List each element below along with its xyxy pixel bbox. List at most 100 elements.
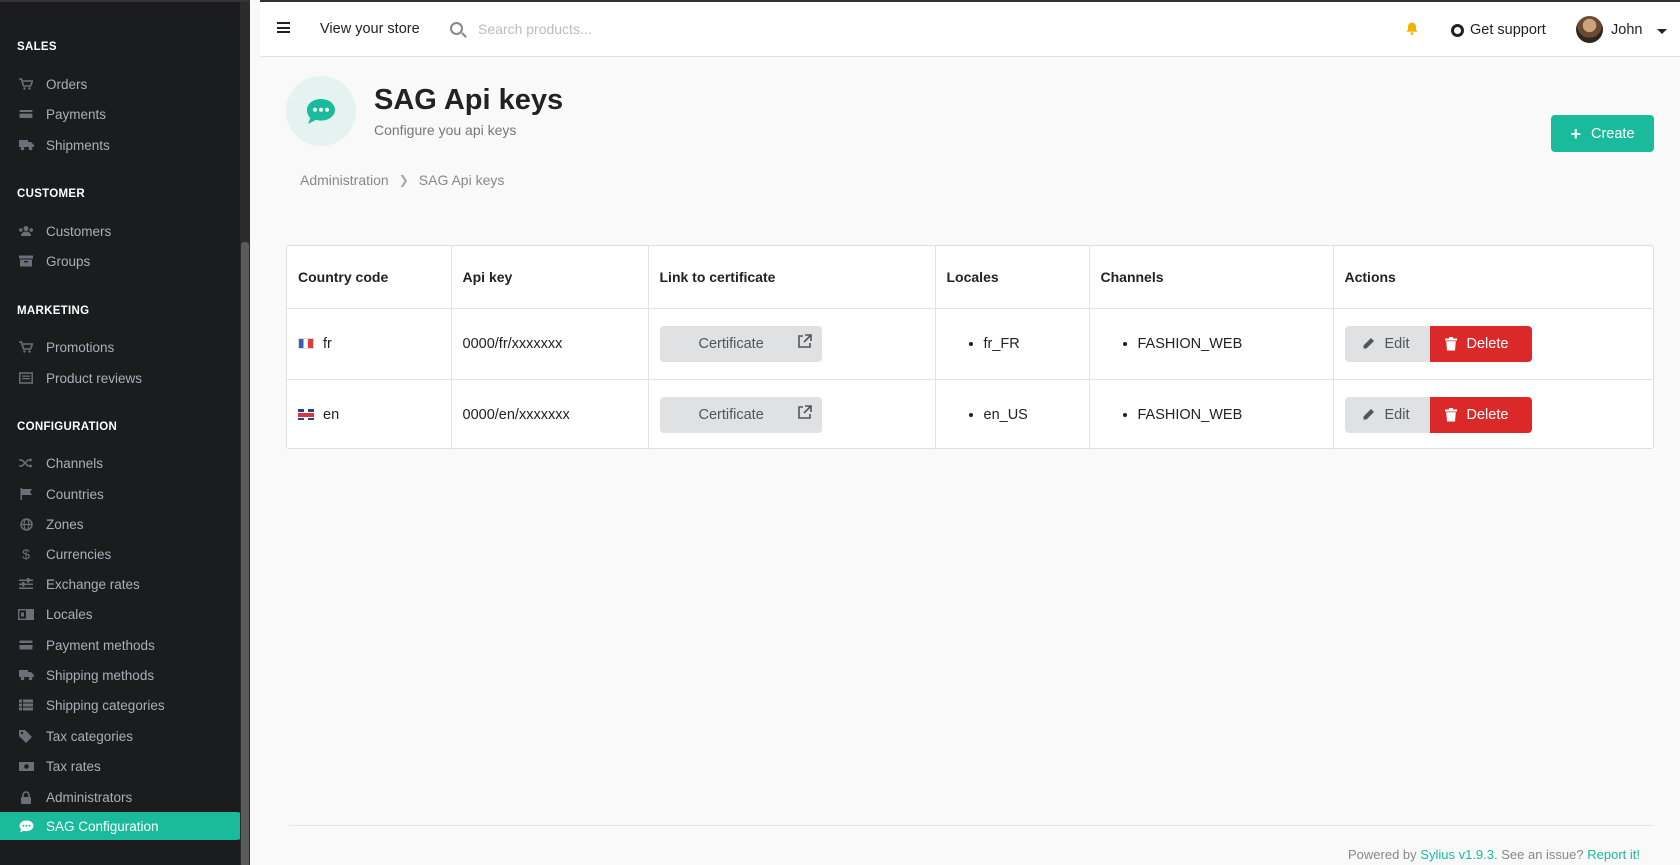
edit-label: Edit [1384,406,1410,423]
external-link-icon [797,334,812,353]
create-button[interactable]: + Create [1551,115,1654,152]
header-comment-icon [286,76,356,146]
sidebar-item-countries[interactable]: Countries [0,480,250,508]
tags-icon [18,729,34,743]
sidebar-item-label: Currencies [46,546,112,562]
sidebar-item-label: Shipments [46,137,110,153]
column-header[interactable]: Country code [287,246,452,309]
dollar-icon: $ [22,546,30,562]
delete-button[interactable]: Delete [1429,396,1532,433]
column-header: Actions [1333,246,1653,309]
column-header: Link to certificate [648,246,936,309]
cart-icon [18,340,34,354]
sidebar-item-tax-rates[interactable]: Tax rates [0,752,250,780]
plus-icon: + [1570,123,1581,144]
pencil-icon [1362,408,1375,421]
view-store-link[interactable]: View your store [320,21,420,37]
footer-divider [289,825,1654,826]
sidebar-item-label: Tax rates [46,758,101,774]
uk-flag-icon [298,408,314,420]
sidebar-item-zones[interactable]: Zones [0,510,250,538]
chevron-right-icon: ❯ [398,173,409,187]
api-key-cell: 0000/en/xxxxxxx [451,379,649,450]
sylius-link[interactable]: Sylius v1.9.3 [1420,847,1494,862]
sidebar-item-label: Customers [46,223,112,239]
sidebar-item-shipping-methods[interactable]: Shipping methods [0,661,250,689]
lock-icon [18,790,34,804]
create-button-label: Create [1590,125,1635,142]
country-code: fr [323,335,332,352]
report-issue-link[interactable]: Report it! [1587,847,1640,862]
breadcrumb-administration[interactable]: Administration [300,172,389,188]
sidebar-item-tax-categories[interactable]: Tax categories [0,722,250,750]
sidebar-item-payments[interactable]: Payments [0,100,250,128]
newspaper-icon [18,371,34,385]
sidebar-item-label: Locales [46,606,93,622]
search-input[interactable] [478,16,778,42]
sidebar-section-sales: SALES [17,41,57,53]
sidebar-item-shipments[interactable]: Shipments [0,131,250,159]
sidebar-item-orders[interactable]: Orders [0,70,250,98]
search-icon [450,22,463,35]
sidebar-item-shipping-categories[interactable]: Shipping categories [0,691,250,719]
sidebar-item-administrators[interactable]: Administrators [0,783,250,811]
sidebar-item-label: Tax categories [46,728,134,744]
bell-icon[interactable] [1406,22,1418,35]
sidebar-item-label: Shipping categories [46,697,165,713]
sidebar-scrollbar[interactable] [240,2,250,865]
sidebar-item-currencies[interactable]: $ Currencies [0,540,250,568]
comment-dots-icon [18,819,34,833]
sidebar-item-product-reviews[interactable]: Product reviews [0,364,250,392]
certificate-label: Certificate [698,335,764,352]
sidebar-item-exchange-rates[interactable]: Exchange rates [0,570,250,598]
certificate-button[interactable]: Certificate [659,325,822,362]
country-cell: en [287,379,452,450]
column-header: Locales [935,246,1090,309]
api-key-cell: 0000/fr/xxxxxxx [451,308,649,380]
trash-icon [1444,336,1457,351]
delete-label: Delete [1466,406,1509,423]
edit-label: Edit [1384,335,1410,352]
country-cell: fr [287,308,452,380]
delete-button[interactable]: Delete [1429,325,1532,362]
column-header: Channels [1089,246,1334,309]
cart-icon [18,77,34,91]
sidebar-item-label: Exchange rates [46,576,140,592]
edit-button[interactable]: Edit [1344,396,1430,433]
sidebar-item-channels[interactable]: Channels [0,449,250,477]
actions-cell: Edit Delete [1333,308,1653,380]
delete-label: Delete [1466,335,1509,352]
channel-item: FASHION_WEB [1138,336,1333,352]
locale-item: en_US [984,407,1089,423]
language-icon [18,607,34,621]
channel-item: FASHION_WEB [1138,407,1333,423]
chevron-down-icon[interactable] [1657,29,1667,34]
sidebar-section-customer: CUSTOMER [17,188,85,200]
sidebar-item-label: Shipping methods [46,667,155,683]
life-ring-icon [1451,24,1464,37]
sidebar-item-sag-configuration[interactable]: SAG Configuration [0,812,250,840]
sidebar-section-configuration: CONFIGURATION [17,421,118,433]
locale-item: fr_FR [984,336,1089,352]
sidebar-item-locales[interactable]: Locales [0,600,250,628]
archive-icon [18,254,34,268]
sidebar-item-payment-methods[interactable]: Payment methods [0,631,250,659]
menu-toggle-icon[interactable] [277,22,290,33]
user-name[interactable]: John [1611,22,1642,38]
column-header[interactable]: Api key [451,246,649,309]
sidebar-item-promotions[interactable]: Promotions [0,333,250,361]
topbar: View your store Get support John [260,0,1680,57]
sidebar-scrollbar-thumb[interactable] [241,242,249,865]
certificate-button[interactable]: Certificate [659,396,822,433]
footer-issue-text: . See an issue? [1494,847,1584,862]
avatar[interactable] [1576,16,1603,43]
get-support-link[interactable]: Get support [1470,22,1546,38]
truck-icon [18,668,34,682]
certificate-label: Certificate [698,406,764,423]
sidebar-item-groups[interactable]: Groups [0,247,250,275]
sidebar-item-customers[interactable]: Customers [0,217,250,245]
edit-button[interactable]: Edit [1344,325,1430,362]
flag-icon [18,487,34,501]
sidebar-item-label: Product reviews [46,370,143,386]
payment-icon [18,107,34,121]
